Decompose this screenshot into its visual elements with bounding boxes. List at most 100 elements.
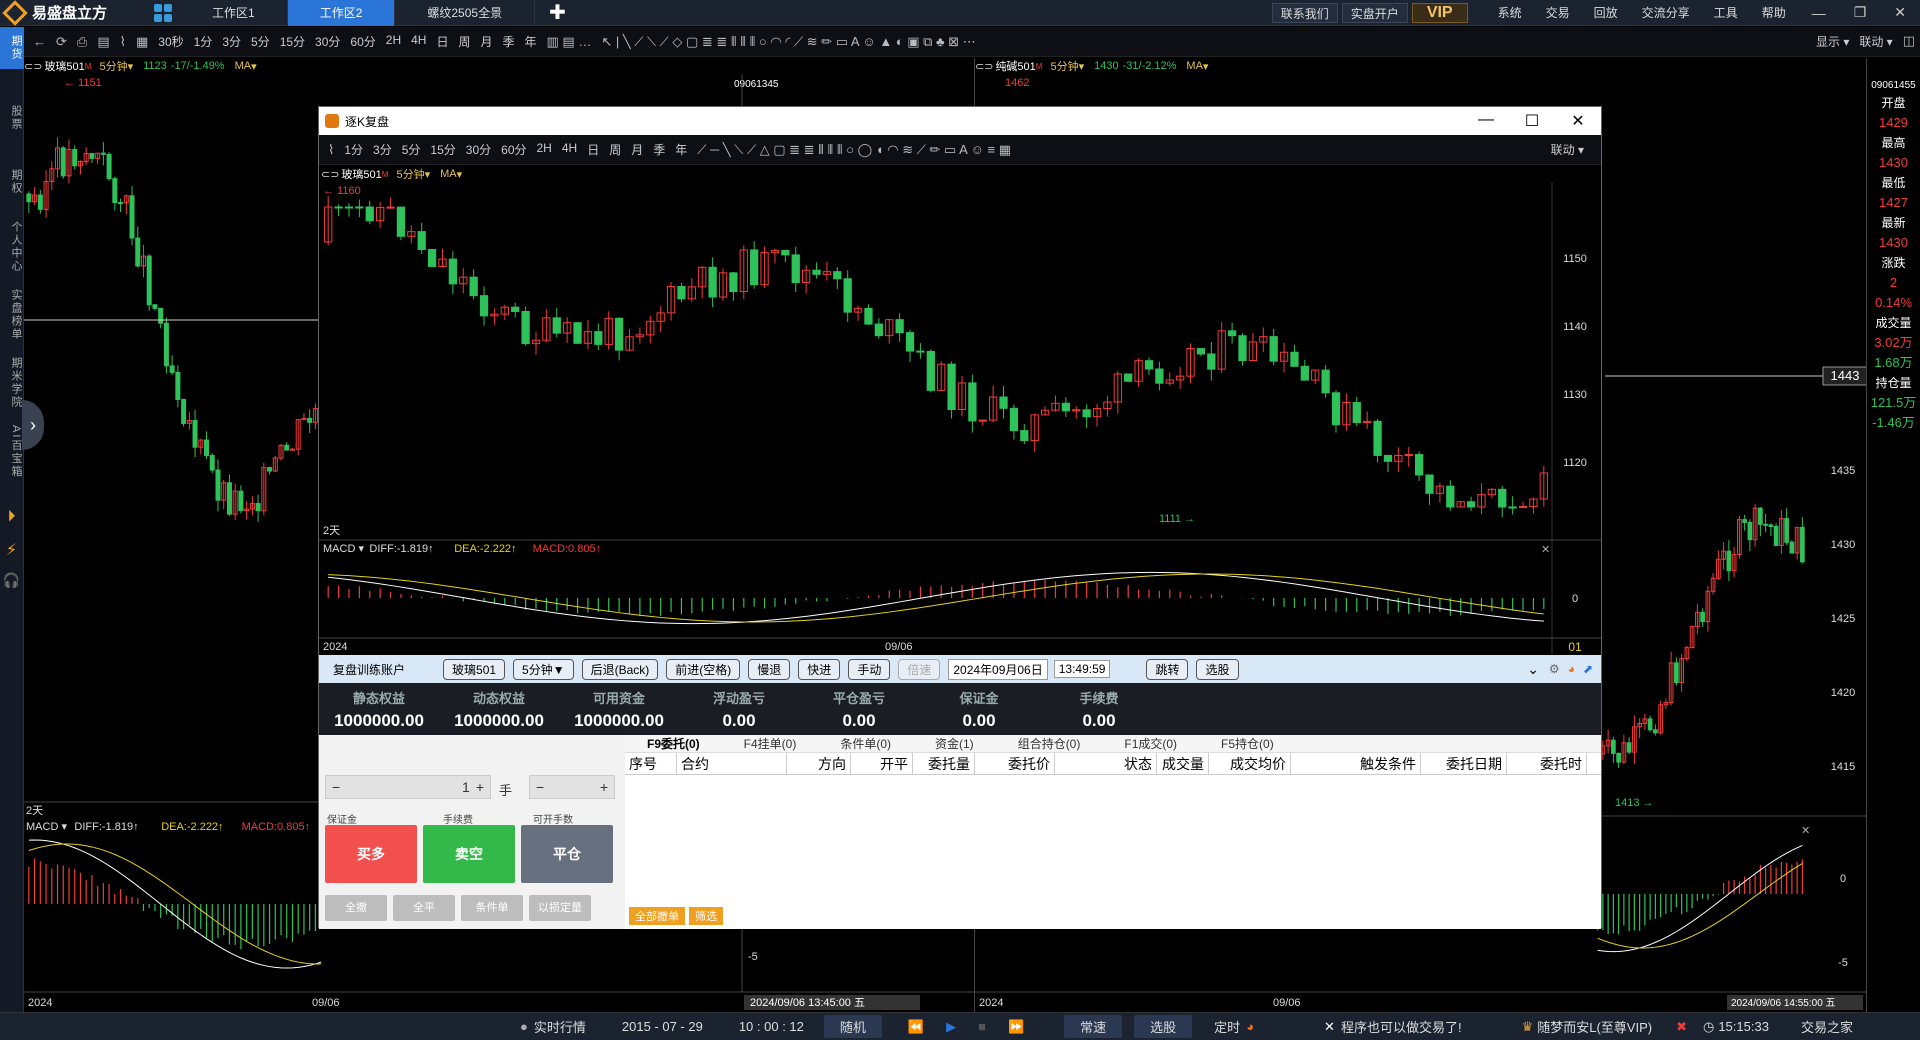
chain-icon[interactable]: ⊂⊃	[24, 60, 42, 73]
headset-icon[interactable]: 🎧	[0, 572, 23, 589]
realtime-quote-label[interactable]: 实时行情	[534, 1017, 586, 1036]
loss-sizing-button[interactable]: 以损定量	[529, 895, 591, 921]
close-icon[interactable]: ✕	[1880, 4, 1920, 21]
expert-link[interactable]: 交易之家	[1801, 1017, 1853, 1036]
settings-icon[interactable]: ⚙	[1549, 662, 1560, 676]
modal-period-5[interactable]: 60分	[496, 141, 531, 158]
jump-button[interactable]: 跳转	[1146, 658, 1189, 680]
left-period[interactable]: 5分钟	[99, 58, 127, 74]
right-period[interactable]: 5分钟	[1050, 58, 1078, 74]
quantity-stepper[interactable]: − 1 +	[325, 775, 491, 799]
vip-badge[interactable]: VIP	[1411, 2, 1468, 23]
period-7[interactable]: 2H	[381, 33, 406, 50]
column-header[interactable]: 委托量	[913, 753, 975, 774]
modal-period-2[interactable]: 5分	[397, 141, 426, 158]
period-6[interactable]: 60分	[345, 33, 380, 50]
period-1[interactable]: 1分	[189, 33, 218, 50]
close-all-button[interactable]: 全平	[393, 895, 455, 921]
layout-icon[interactable]: ▥ ▤ …	[542, 34, 597, 50]
timer-icon[interactable]: ◕	[1246, 1019, 1254, 1034]
chart-icon[interactable]: ⌇	[323, 142, 339, 158]
menu-trade[interactable]: 交易	[1534, 4, 1582, 21]
modal-period-10[interactable]: 月	[626, 141, 648, 158]
manual-button[interactable]: 手动	[848, 658, 891, 680]
replay-time[interactable]: 10 : 00 : 12	[739, 1019, 804, 1034]
sidebar-item-ai[interactable]: AI百宝箱	[0, 417, 24, 486]
column-header[interactable]: 委托价	[975, 753, 1055, 774]
conditional-order-button[interactable]: 条件单	[461, 895, 523, 921]
order-tab[interactable]: F4挂单(0)	[722, 735, 819, 752]
period-12[interactable]: 季	[498, 33, 520, 50]
close-position-button[interactable]: 平仓	[521, 825, 613, 883]
left-indicator[interactable]: MA	[235, 60, 252, 72]
chart-pie-icon[interactable]: ◕	[1568, 662, 1575, 676]
restore-icon[interactable]: ❐	[1840, 4, 1881, 21]
sidebar-item-academy[interactable]: 期米学院	[0, 349, 24, 417]
play-icon[interactable]: ⏵	[0, 508, 23, 526]
tab-workspace-1[interactable]: 工作区1	[180, 0, 288, 26]
modal-period-12[interactable]: 年	[670, 141, 692, 158]
price-stepper[interactable]: − +	[529, 775, 615, 799]
order-tab[interactable]: F5持仓(0)	[1199, 735, 1296, 752]
column-header[interactable]: 成交量	[1157, 753, 1209, 774]
column-header[interactable]: 触发条件	[1291, 753, 1421, 774]
filter-button[interactable]: 筛选	[689, 907, 723, 925]
period-9[interactable]: 日	[431, 33, 453, 50]
speed-button[interactable]: 倍速	[898, 658, 941, 680]
lightning-icon[interactable]: ⚡	[0, 540, 23, 560]
modal-period-7[interactable]: 4H	[557, 141, 582, 158]
collapse-icon[interactable]: ⌄	[1527, 661, 1539, 678]
sidebar-item-options[interactable]: 期权	[0, 161, 24, 203]
contact-us-button[interactable]: 联系我们	[1271, 2, 1338, 23]
modal-indicator[interactable]: MA	[440, 168, 457, 180]
modal-symbol[interactable]: 玻璃501	[339, 166, 381, 182]
popout-icon[interactable]: ⬈	[1583, 662, 1593, 676]
menu-help[interactable]: 帮助	[1750, 4, 1798, 21]
period-2[interactable]: 3分	[217, 33, 246, 50]
link-dropdown[interactable]: 联动 ▾	[1854, 33, 1897, 50]
column-header[interactable]: 成交均价	[1209, 753, 1291, 774]
right-symbol[interactable]: 纯碱501	[993, 58, 1035, 74]
period-8[interactable]: 4H	[406, 33, 431, 50]
print-icon[interactable]: ⎙	[72, 34, 92, 50]
column-header[interactable]: 状态	[1055, 753, 1157, 774]
modal-period-8[interactable]: 日	[582, 141, 604, 158]
menu-replay[interactable]: 回放	[1582, 4, 1630, 21]
left-symbol[interactable]: 玻璃501	[42, 58, 84, 74]
sidebar-item-ranking[interactable]: 实盘榜单	[0, 281, 24, 349]
fast-forward-button[interactable]: 快进	[798, 658, 841, 680]
menu-system[interactable]: 系统	[1486, 4, 1534, 21]
order-tab[interactable]: 条件单(0)	[818, 735, 913, 752]
order-tab[interactable]: 资金(1)	[913, 735, 996, 752]
refresh-icon[interactable]: ⟳	[51, 34, 72, 50]
timer-label[interactable]: 定时	[1214, 1017, 1240, 1036]
forward-button[interactable]: 前进(空格)	[666, 658, 741, 680]
chart-icon[interactable]: ⌇	[115, 34, 131, 50]
modal-period-1[interactable]: 3分	[368, 141, 397, 158]
period-button[interactable]: 5分钟▼	[513, 658, 574, 680]
drawing-tools-icon[interactable]: ↖ | ╲ ⟋ ⟍ ⟋ ◇ ▢ ≣ ≣ ⦀ ⦀ ⦀ ○ ◠ ◜ ⟋ ≋ ✏ ▭ …	[596, 34, 980, 50]
column-header[interactable]: 开平	[851, 753, 913, 774]
display-dropdown[interactable]: 显示 ▾	[1811, 33, 1854, 50]
back-button[interactable]: 后退(Back)	[581, 658, 659, 680]
order-tab[interactable]: F9委托(0)	[625, 735, 722, 752]
close-replay-icon[interactable]: ✕	[1324, 1019, 1335, 1035]
tab-rebar-panorama[interactable]: 螺纹2505全景	[395, 0, 536, 26]
right-indicator[interactable]: MA	[1186, 60, 1203, 72]
buy-long-button[interactable]: 买多	[325, 825, 417, 883]
replay-date[interactable]: 2015 - 07 - 29	[622, 1019, 703, 1034]
notify-icon[interactable]: ✖	[1676, 1019, 1687, 1035]
fast-forward-icon[interactable]: ⏩	[1008, 1019, 1024, 1035]
normal-speed-button[interactable]: 常速	[1064, 1015, 1123, 1038]
workspace-grid-icon[interactable]	[154, 3, 172, 22]
chain-icon[interactable]: ⊂⊃	[321, 168, 339, 181]
sidebar-item-stocks[interactable]: 股票	[0, 97, 24, 139]
symbol-button[interactable]: 玻璃501	[443, 658, 506, 680]
modal-link-dropdown[interactable]: 联动 ▾	[1546, 141, 1589, 158]
period-3[interactable]: 5分	[246, 33, 275, 50]
period-11[interactable]: 月	[475, 33, 497, 50]
random-button[interactable]: 随机	[823, 1015, 882, 1038]
modal-period-6[interactable]: 2H	[532, 141, 557, 158]
modal-period-4[interactable]: 30分	[461, 141, 496, 158]
column-header[interactable]: 合约	[677, 753, 787, 774]
